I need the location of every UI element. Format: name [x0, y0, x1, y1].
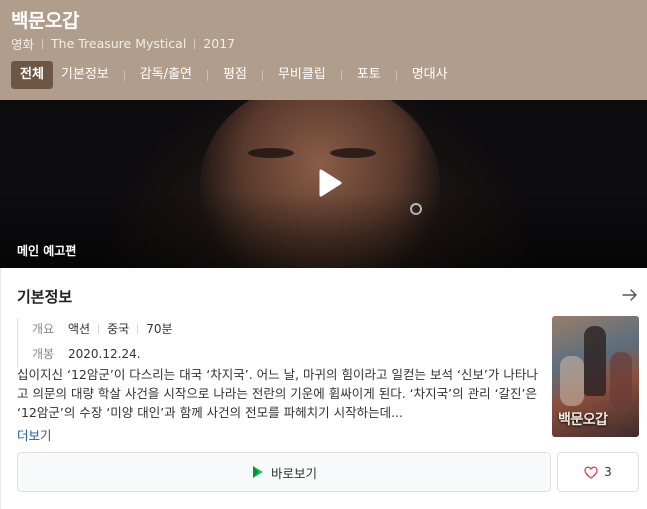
more-link[interactable]: 더보기 [17, 425, 52, 444]
tab-director-cast[interactable]: 감독/출연 [132, 61, 200, 89]
genre-value: 액션 [68, 322, 91, 336]
tab-famous-lines[interactable]: 명대사 [404, 61, 456, 89]
overview-row: 개요 액션 중국 70분 [32, 318, 173, 339]
tab-all[interactable]: 전체 [11, 61, 53, 89]
poster-figure [610, 352, 632, 408]
country-value: 중국 [107, 322, 130, 336]
category-label: 영화 [11, 37, 35, 52]
poster-figure [584, 326, 606, 396]
tab-bar: 전체 기본정보 감독/출연 평점 무비클립 포토 명대사 [11, 61, 456, 89]
runtime-value: 70분 [146, 322, 173, 336]
movie-header: 백문오갑 영화 The Treasure Mystical 2017 전체 기본… [0, 0, 647, 100]
play-store-icon [252, 466, 263, 478]
tab-photo[interactable]: 포토 [349, 61, 389, 89]
content-border [0, 268, 1, 509]
info-divider [98, 323, 100, 334]
section-title: 기본정보 [17, 288, 73, 306]
watch-now-label: 바로보기 [270, 465, 317, 481]
synopsis-text: 십이지신 ‘12암군’이 다스리는 대국 ‘차지국’. 어느 날, 마귀의 힘이… [17, 367, 538, 420]
tab-basic-info[interactable]: 기본정보 [53, 61, 117, 89]
poster-title: 백문오갑 [558, 412, 608, 428]
tab-movie-clip[interactable]: 무비클립 [270, 61, 334, 89]
tab-rating[interactable]: 평점 [215, 61, 255, 89]
tab-divider [123, 69, 125, 81]
arrow-right-icon[interactable] [622, 287, 638, 303]
original-title: The Treasure Mystical [51, 36, 187, 51]
release-row: 개봉 2020.12.24. [32, 343, 173, 364]
watch-now-button[interactable]: 바로보기 [17, 452, 551, 492]
play-icon[interactable] [310, 165, 346, 201]
tab-divider [340, 69, 342, 81]
tab-divider [207, 69, 208, 81]
release-key: 개봉 [32, 347, 55, 361]
tab-divider [261, 69, 263, 81]
like-count: 3 [604, 465, 612, 479]
trailer-label: 메인 예고편 [17, 244, 77, 258]
release-date-value: 2020.12.24. [68, 346, 141, 361]
like-button[interactable]: 3 [557, 452, 639, 492]
info-list: 개요 액션 중국 70분 개봉 2020.12.24. [17, 318, 173, 368]
info-divider [137, 323, 139, 334]
tab-divider [395, 69, 397, 81]
release-year: 2017 [203, 36, 236, 51]
heart-icon [584, 466, 598, 479]
overview-key: 개요 [32, 322, 55, 336]
meta-divider [42, 38, 44, 49]
movie-poster[interactable]: 백문오갑 [552, 316, 639, 437]
meta-divider [194, 38, 196, 49]
movie-meta: 영화 The Treasure Mystical 2017 [11, 34, 235, 53]
movie-title: 백문오갑 [11, 10, 79, 32]
poster-figure [560, 356, 584, 406]
